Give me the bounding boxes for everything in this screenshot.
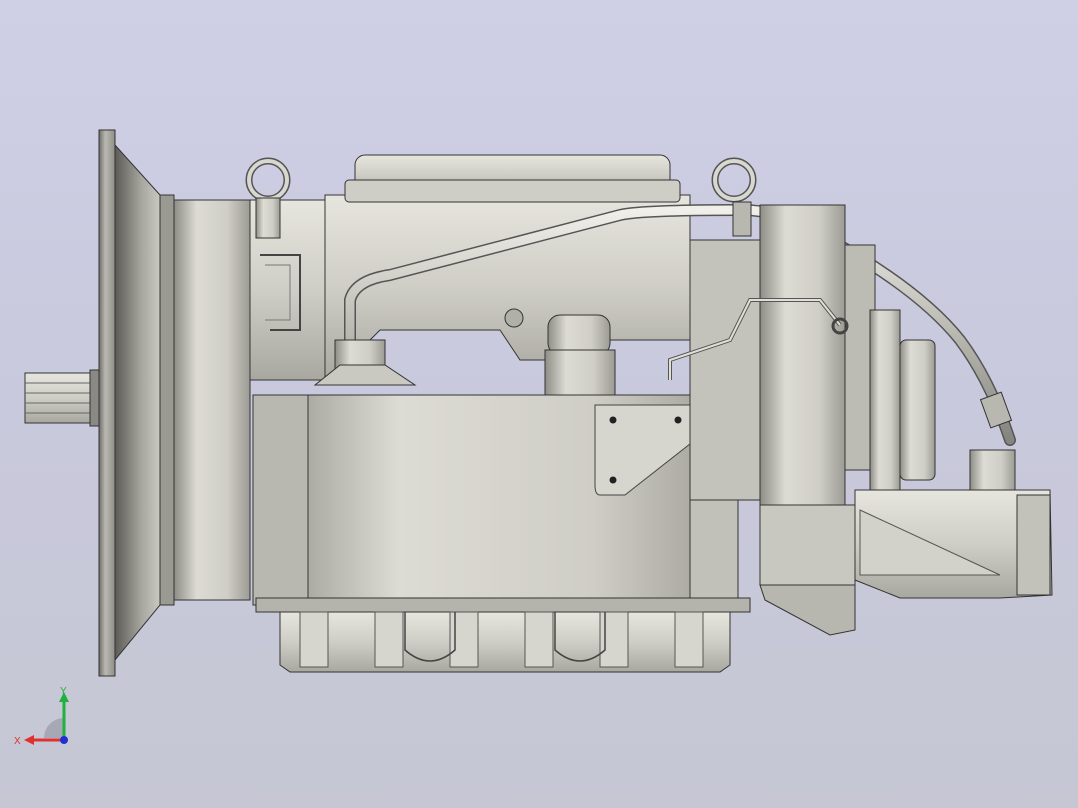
z-axis-dot [60, 736, 68, 744]
cad-viewport[interactable]: Y X [0, 0, 1078, 808]
input-shaft[interactable] [24, 369, 100, 427]
main-housing[interactable] [252, 394, 739, 606]
y-axis-label: Y [60, 686, 67, 697]
bell-housing[interactable] [98, 129, 251, 677]
x-axis-label: X [14, 736, 21, 747]
lifting-eye-right [711, 157, 757, 203]
axis-triad: Y X [14, 686, 69, 747]
oil-pan[interactable] [255, 597, 751, 673]
gearbox-model[interactable] [0, 0, 1078, 808]
filler-cap[interactable] [544, 314, 616, 396]
upper-housing[interactable] [249, 154, 691, 381]
